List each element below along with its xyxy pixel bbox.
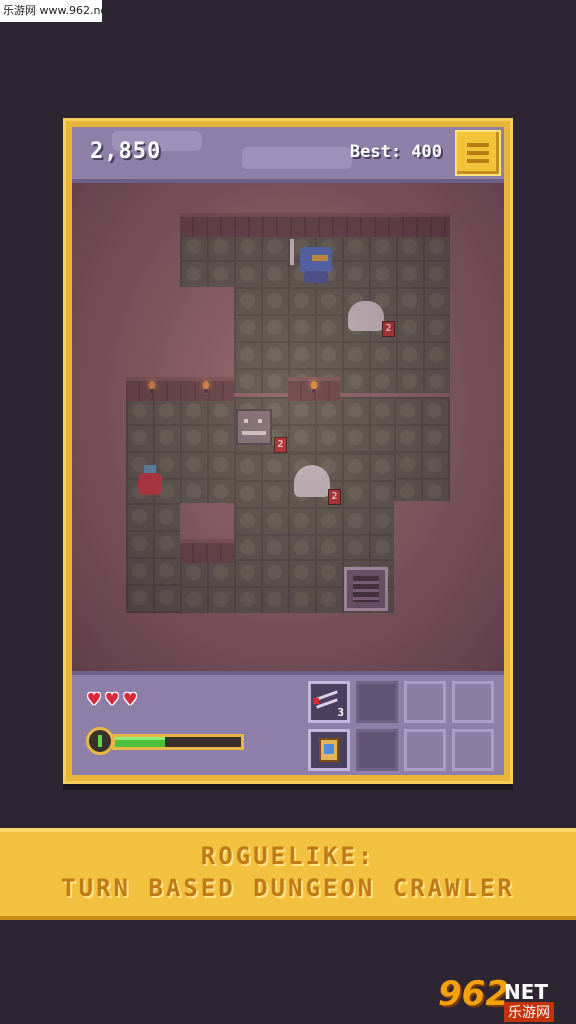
menu-icon	[467, 151, 489, 155]
dungeon-wall	[180, 213, 450, 237]
enemy-level-badge: 2	[328, 489, 341, 505]
ghost-enemy[interactable]: 2	[348, 297, 398, 341]
sword-icon	[290, 239, 294, 265]
health-hearts: ♥ ♥ ♥	[88, 689, 136, 709]
game-frame: 2,850 Best: 400 2 2 2 ♥ ♥ ♥ 3	[63, 118, 513, 784]
inventory-slot[interactable]	[356, 681, 398, 723]
torch-icon	[309, 381, 319, 393]
ghost-enemy[interactable]: 2	[294, 465, 344, 511]
xp-fill	[115, 737, 166, 747]
menu-icon	[467, 159, 489, 163]
wolf-eye	[244, 419, 248, 423]
potion-cap	[144, 465, 156, 473]
inventory-slot-arrows[interactable]: 3	[308, 681, 350, 723]
health-potion[interactable]	[136, 465, 164, 499]
inventory-slot[interactable]	[452, 729, 494, 771]
wolf-eye	[258, 419, 262, 423]
stone-texture	[242, 147, 352, 169]
stairs-exit-icon[interactable]	[344, 567, 388, 611]
torch-icon	[147, 381, 157, 393]
watermark-net: NET	[504, 980, 549, 1004]
watermark-cn: 乐游网	[504, 1002, 554, 1022]
floor-area	[126, 503, 180, 613]
enemy-level-badge: 2	[274, 437, 287, 453]
floor-area	[394, 397, 450, 501]
feature-banner: ROGUELIKE: TURN BASED DUNGEON CRAWLER	[0, 828, 576, 920]
enemy-level-badge: 2	[382, 321, 395, 337]
watermark-number: 962	[438, 974, 509, 1014]
best-score: Best: 400	[349, 142, 442, 162]
inventory-slot[interactable]	[404, 681, 446, 723]
ghost-icon	[294, 465, 330, 497]
dungeon-map[interactable]: 2 2 2	[72, 183, 504, 671]
torch-icon	[201, 381, 211, 393]
inventory-slot[interactable]	[452, 681, 494, 723]
heart-icon: ♥	[124, 687, 137, 711]
level-ring-icon	[86, 727, 114, 755]
inventory-slot[interactable]	[356, 729, 398, 771]
wolf-enemy[interactable]: 2	[236, 409, 290, 459]
wolf-icon	[236, 409, 272, 445]
menu-icon	[467, 143, 489, 147]
watermark-top-left: 乐游网 www.962.net	[0, 0, 112, 22]
knight-visor	[312, 255, 328, 261]
arrow-tip	[313, 698, 319, 704]
heart-icon: ♥	[88, 687, 101, 711]
potion-icon	[138, 473, 162, 495]
menu-button[interactable]	[455, 130, 501, 176]
ghost-icon	[348, 301, 384, 331]
inventory-slot[interactable]	[404, 729, 446, 771]
heart-icon: ♥	[106, 687, 119, 711]
banner-title: ROGUELIKE:	[200, 842, 376, 870]
floor-area	[234, 287, 450, 393]
wolf-teeth	[242, 431, 266, 435]
watermark-logo: 962 NET 乐游网	[438, 974, 570, 1022]
knight-legs	[304, 271, 328, 283]
inventory-slot-scroll[interactable]	[308, 729, 350, 771]
knight-player[interactable]	[286, 239, 336, 289]
score-display: 2,850	[90, 139, 162, 164]
banner-subtitle: TURN BASED DUNGEON CRAWLER	[61, 874, 515, 902]
xp-meter	[86, 727, 246, 757]
top-hud: 2,850 Best: 400	[72, 127, 504, 183]
dungeon-wall	[180, 539, 234, 563]
arrows-icon	[316, 698, 338, 709]
scroll-rune	[324, 744, 334, 754]
game-screen: 2,850 Best: 400 2 2 2 ♥ ♥ ♥ 3	[72, 127, 504, 775]
bottom-hud: ♥ ♥ ♥ 3	[72, 671, 504, 775]
dungeon-wall	[126, 377, 234, 401]
xp-bar	[112, 734, 244, 750]
item-count: 3	[337, 706, 344, 719]
